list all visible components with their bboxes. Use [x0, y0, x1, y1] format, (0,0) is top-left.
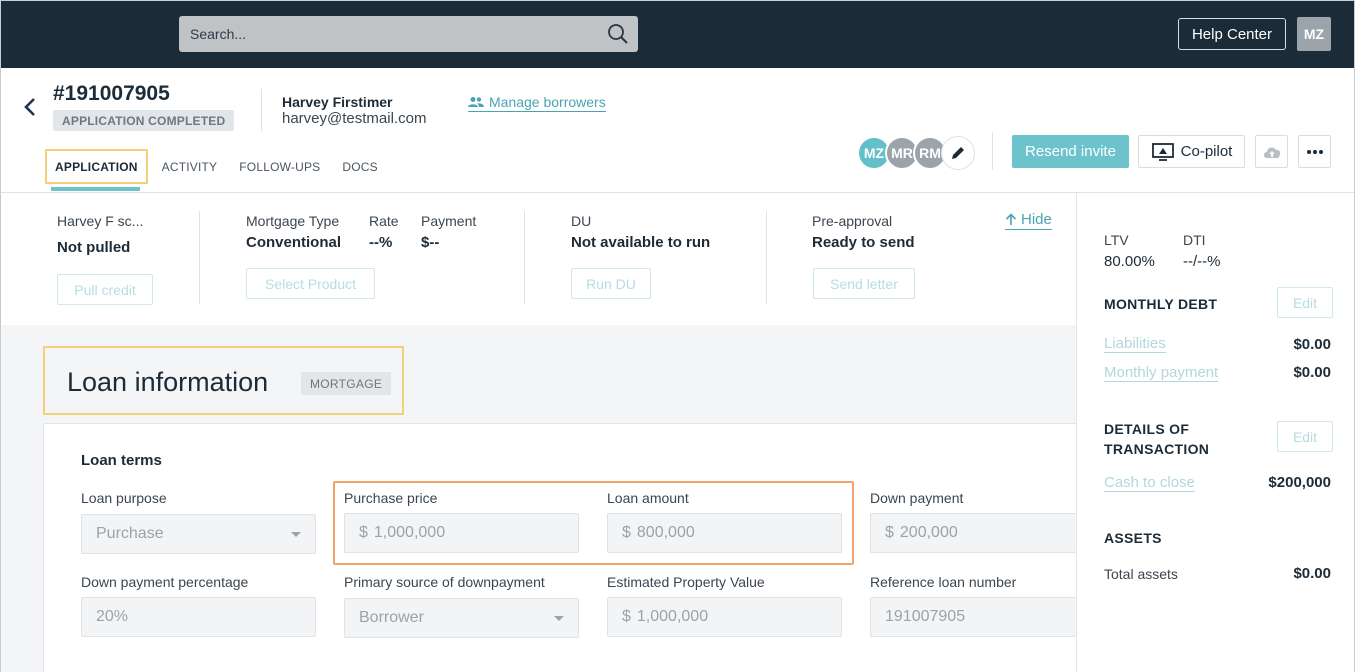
upload-button[interactable] — [1255, 135, 1288, 168]
estimated-property-value-label: Estimated Property Value — [607, 574, 765, 590]
mortgage-badge: MORTGAGE — [301, 372, 392, 395]
down-payment-percentage-label: Down payment percentage — [81, 574, 249, 590]
pull-credit-button[interactable]: Pull credit — [57, 274, 153, 305]
monthly-payment-value: $0.00 — [1293, 364, 1331, 381]
search-icon[interactable] — [606, 22, 630, 46]
select-product-button[interactable]: Select Product — [246, 268, 375, 299]
primary-source-value: Borrower — [359, 609, 424, 626]
search-box — [179, 16, 638, 52]
mortgage-type-value: Conventional — [246, 234, 342, 251]
primary-source-label: Primary source of downpayment — [344, 574, 545, 590]
monthly-debt-heading: MONTHLY DEBT — [1104, 296, 1218, 312]
reference-loan-number-value: 191007905 — [885, 608, 966, 625]
details-of-transaction-heading-line1: DETAILS OF — [1104, 421, 1190, 437]
ltv-value: 80.00% — [1104, 253, 1155, 270]
hide-summary-link[interactable]: Hide — [1005, 211, 1052, 230]
details-of-transaction-heading-line2: TRANSACTION — [1104, 441, 1210, 457]
divider — [199, 211, 200, 304]
manage-borrowers-label: Manage borrowers — [489, 94, 606, 110]
divider — [261, 89, 262, 131]
divider — [992, 132, 993, 170]
loan-purpose-value: Purchase — [96, 525, 164, 542]
borrower-name: Harvey Firstimer — [282, 94, 393, 110]
credit-value: Not pulled — [57, 239, 131, 256]
cash-to-close-value: $200,000 — [1268, 474, 1331, 491]
chevron-down-icon — [554, 616, 564, 621]
loan-information-title: Loan information — [67, 367, 269, 397]
borrower-email: harvey@testmail.com — [282, 110, 427, 127]
price-amount-highlight — [333, 481, 854, 565]
summary-strip — [1, 193, 1076, 325]
down-payment-label: Down payment — [870, 490, 964, 506]
user-avatar[interactable]: MZ — [1297, 17, 1331, 51]
copilot-label: Co-pilot — [1180, 143, 1233, 160]
edit-team-button[interactable] — [941, 136, 975, 170]
estimated-property-value-input[interactable]: $ 1,000,000 — [607, 597, 842, 637]
liabilities-value: $0.00 — [1293, 336, 1331, 353]
copilot-button[interactable]: Co-pilot — [1138, 135, 1245, 168]
run-du-button[interactable]: Run DU — [571, 268, 651, 299]
total-assets-label: Total assets — [1104, 566, 1178, 582]
loan-number: #191007905 — [53, 82, 170, 105]
du-value: Not available to run — [571, 234, 711, 251]
down-payment-input[interactable]: $ 200,000 — [870, 513, 1076, 553]
down-payment-percentage-input[interactable]: 20% — [81, 597, 316, 637]
monthly-payment-link[interactable]: Monthly payment — [1104, 364, 1219, 382]
assets-heading: ASSETS — [1104, 530, 1162, 546]
loan-purpose-select[interactable]: Purchase — [81, 514, 316, 554]
search-input[interactable] — [179, 16, 638, 52]
copilot-screen-icon — [1151, 142, 1174, 161]
send-letter-button[interactable]: Send letter — [813, 268, 915, 299]
tab-bar: APPLICATION ACTIVITY FOLLOW-UPS DOCS — [45, 149, 386, 191]
manage-borrowers-link[interactable]: Manage borrowers — [468, 94, 606, 112]
total-assets-value: $0.00 — [1293, 565, 1331, 582]
loan-terms-heading: Loan terms — [81, 452, 162, 469]
dollar-icon: $ — [885, 524, 894, 541]
credit-label: Harvey F sc... — [57, 213, 144, 229]
help-center-button[interactable]: Help Center — [1178, 18, 1286, 50]
primary-source-select[interactable]: Borrower — [344, 598, 579, 638]
top-navigation-bar: Help Center MZ — [1, 1, 1354, 68]
rate-label: Rate — [369, 213, 399, 229]
down-payment-percentage-value: 20% — [96, 608, 129, 625]
edit-transaction-button[interactable]: Edit — [1277, 421, 1333, 452]
preapproval-label: Pre-approval — [812, 213, 893, 229]
dollar-icon: $ — [622, 608, 631, 625]
liabilities-link[interactable]: Liabilities — [1104, 335, 1166, 353]
down-payment-value: 200,000 — [899, 524, 958, 541]
reference-loan-number-input[interactable]: 191007905 — [870, 597, 1076, 637]
mortgage-type-label: Mortgage Type — [246, 213, 340, 229]
back-arrow-icon[interactable] — [21, 96, 39, 118]
more-options-button[interactable] — [1298, 135, 1331, 168]
cloud-upload-icon — [1263, 147, 1280, 158]
chevron-down-icon — [291, 532, 301, 537]
tab-follow-ups[interactable]: FOLLOW-UPS — [225, 149, 328, 184]
resend-invite-button[interactable]: Resend invite — [1012, 135, 1129, 168]
tab-docs[interactable]: DOCS — [328, 149, 385, 184]
pencil-icon — [952, 147, 964, 159]
dti-label: DTI — [1183, 232, 1206, 248]
divider — [524, 211, 525, 304]
payment-value: $-- — [421, 234, 440, 251]
loan-purpose-label: Loan purpose — [81, 490, 167, 506]
people-icon — [468, 97, 484, 107]
hide-label: Hide — [1021, 211, 1052, 228]
estimated-property-value-value: 1,000,000 — [636, 608, 709, 625]
preapproval-value: Ready to send — [812, 234, 915, 251]
divider — [766, 211, 767, 304]
arrow-up-icon — [1005, 213, 1017, 225]
more-dots-icon — [1306, 149, 1323, 154]
rate-value: --% — [369, 234, 393, 251]
payment-label: Payment — [421, 213, 477, 229]
tab-activity[interactable]: ACTIVITY — [148, 149, 226, 184]
dti-value: --/--% — [1183, 253, 1221, 270]
cash-to-close-link[interactable]: Cash to close — [1104, 474, 1195, 492]
ltv-label: LTV — [1104, 232, 1129, 248]
reference-loan-number-label: Reference loan number — [870, 574, 1017, 590]
team-avatars: MZ MR RM — [857, 136, 975, 170]
du-label: DU — [571, 213, 592, 229]
tab-application[interactable]: APPLICATION — [45, 149, 148, 191]
edit-monthly-debt-button[interactable]: Edit — [1277, 287, 1333, 318]
status-badge: APPLICATION COMPLETED — [53, 110, 235, 131]
